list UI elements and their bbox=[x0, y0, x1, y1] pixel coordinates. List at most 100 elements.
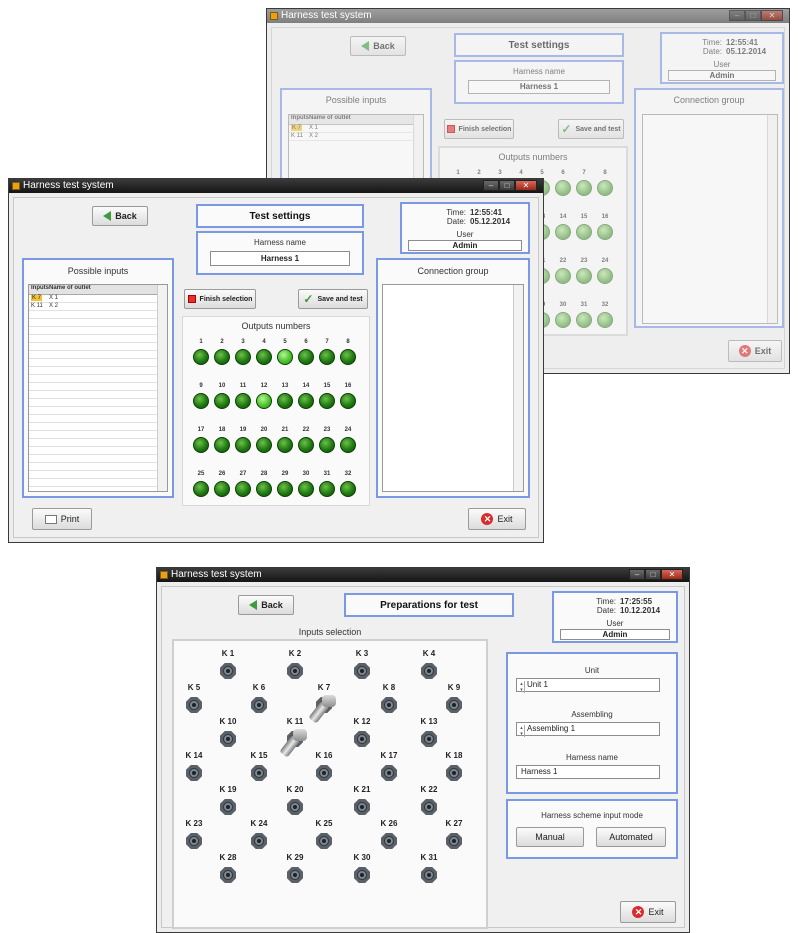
connector-socket-icon[interactable] bbox=[446, 833, 462, 849]
output-led[interactable] bbox=[319, 393, 335, 409]
output-led[interactable] bbox=[214, 437, 230, 453]
list-scrollbar[interactable] bbox=[767, 115, 777, 323]
save-and-test-button[interactable]: ✓ Save and test bbox=[298, 289, 368, 309]
output-led[interactable] bbox=[214, 349, 230, 365]
output-led[interactable] bbox=[235, 349, 251, 365]
output-led[interactable] bbox=[576, 312, 592, 328]
output-led[interactable] bbox=[235, 481, 251, 497]
finish-selection-button[interactable]: Finish selection bbox=[444, 119, 514, 139]
connector-socket-icon[interactable] bbox=[316, 833, 332, 849]
connector-socket-icon[interactable] bbox=[287, 867, 303, 883]
output-led[interactable] bbox=[277, 481, 293, 497]
maximize-icon[interactable]: □ bbox=[499, 180, 515, 191]
minimize-icon[interactable]: – bbox=[483, 180, 499, 191]
connector-socket-icon[interactable] bbox=[287, 799, 303, 815]
output-led[interactable] bbox=[298, 481, 314, 497]
output-led[interactable] bbox=[277, 393, 293, 409]
connector-socket-icon[interactable] bbox=[421, 731, 437, 747]
assembling-select[interactable]: ▴ ▾ Assembling 1 bbox=[516, 722, 660, 737]
maximize-icon[interactable]: □ bbox=[745, 10, 761, 21]
output-led[interactable] bbox=[555, 268, 571, 284]
output-led[interactable] bbox=[576, 180, 592, 196]
spinner-icon[interactable]: ▴ ▾ bbox=[519, 725, 525, 737]
output-led[interactable] bbox=[555, 224, 571, 240]
output-led[interactable] bbox=[256, 437, 272, 453]
connector-socket-icon[interactable] bbox=[186, 833, 202, 849]
connector-socket-icon[interactable] bbox=[354, 731, 370, 747]
output-led[interactable] bbox=[597, 268, 613, 284]
inputs-grid[interactable]: Inputs Name of outlet K 7X 1 K 11 X 2 bbox=[28, 284, 168, 492]
automated-button[interactable]: Automated bbox=[596, 827, 666, 847]
output-led[interactable] bbox=[597, 224, 613, 240]
connector-socket-icon[interactable] bbox=[220, 867, 236, 883]
connector-socket-icon[interactable] bbox=[446, 765, 462, 781]
connector-socket-icon[interactable] bbox=[287, 663, 303, 679]
table-row[interactable]: K 7X 1 bbox=[289, 125, 413, 133]
output-led[interactable] bbox=[319, 437, 335, 453]
output-led[interactable] bbox=[319, 481, 335, 497]
table-row[interactable]: K 11 X 2 bbox=[289, 133, 413, 141]
connector-socket-icon[interactable] bbox=[354, 799, 370, 815]
output-led[interactable] bbox=[193, 481, 209, 497]
output-led[interactable] bbox=[298, 393, 314, 409]
output-led[interactable] bbox=[340, 437, 356, 453]
output-led[interactable] bbox=[256, 349, 272, 365]
save-and-test-button[interactable]: ✓ Save and test bbox=[558, 119, 624, 139]
output-led[interactable] bbox=[193, 437, 209, 453]
connector-socket-icon[interactable] bbox=[421, 799, 437, 815]
spinner-icon[interactable]: ▴ ▾ bbox=[519, 681, 525, 693]
table-row[interactable]: K 7X 1 bbox=[29, 295, 157, 303]
harness-name-field[interactable]: Harness 1 bbox=[468, 80, 610, 94]
connector-socket-icon[interactable] bbox=[354, 867, 370, 883]
output-led[interactable] bbox=[235, 393, 251, 409]
output-led[interactable] bbox=[256, 481, 272, 497]
output-led[interactable] bbox=[193, 349, 209, 365]
output-led[interactable] bbox=[340, 393, 356, 409]
harness-name-input[interactable]: Harness 1 bbox=[516, 765, 660, 779]
close-icon[interactable]: ✕ bbox=[515, 180, 537, 191]
output-led[interactable] bbox=[597, 312, 613, 328]
back-button[interactable]: Back bbox=[350, 36, 406, 56]
connector-socket-icon[interactable] bbox=[421, 867, 437, 883]
connector-socket-icon[interactable] bbox=[251, 833, 267, 849]
back-button[interactable]: Back bbox=[92, 206, 148, 226]
connector-socket-icon[interactable] bbox=[186, 697, 202, 713]
minimize-icon[interactable]: – bbox=[729, 10, 745, 21]
output-led[interactable] bbox=[298, 349, 314, 365]
minimize-icon[interactable]: – bbox=[629, 569, 645, 580]
connector-socket-icon[interactable] bbox=[251, 697, 267, 713]
output-led[interactable] bbox=[319, 349, 335, 365]
print-button[interactable]: Print bbox=[32, 508, 92, 530]
finish-selection-button[interactable]: Finish selection bbox=[184, 289, 256, 309]
connector-socket-icon[interactable] bbox=[220, 663, 236, 679]
output-led[interactable] bbox=[235, 437, 251, 453]
back-button[interactable]: Back bbox=[238, 595, 294, 615]
close-icon[interactable]: ✕ bbox=[761, 10, 783, 21]
output-led[interactable] bbox=[277, 437, 293, 453]
connector-socket-icon[interactable] bbox=[381, 697, 397, 713]
output-led[interactable] bbox=[277, 349, 293, 365]
output-led[interactable] bbox=[555, 312, 571, 328]
exit-button[interactable]: ✕ Exit bbox=[728, 340, 782, 362]
output-led[interactable] bbox=[576, 224, 592, 240]
maximize-icon[interactable]: □ bbox=[645, 569, 661, 580]
harness-name-field[interactable]: Harness 1 bbox=[210, 251, 350, 266]
connector-socket-icon[interactable] bbox=[220, 799, 236, 815]
table-row[interactable]: K 11 X 2 bbox=[29, 303, 157, 311]
connector-socket-icon[interactable] bbox=[316, 765, 332, 781]
output-led[interactable] bbox=[555, 180, 571, 196]
connector-socket-icon[interactable] bbox=[381, 765, 397, 781]
list-scrollbar[interactable] bbox=[513, 285, 523, 491]
connection-group-list[interactable] bbox=[642, 114, 778, 324]
output-led[interactable] bbox=[340, 481, 356, 497]
connector-socket-icon[interactable] bbox=[251, 765, 267, 781]
output-led[interactable] bbox=[256, 393, 272, 409]
connection-group-list[interactable] bbox=[382, 284, 524, 492]
manual-button[interactable]: Manual bbox=[516, 827, 584, 847]
output-led[interactable] bbox=[597, 180, 613, 196]
output-led[interactable] bbox=[193, 393, 209, 409]
unit-select[interactable]: ▴ ▾ Unit 1 bbox=[516, 678, 660, 693]
exit-button[interactable]: ✕ Exit bbox=[468, 508, 526, 530]
output-led[interactable] bbox=[214, 481, 230, 497]
connector-socket-icon[interactable] bbox=[421, 663, 437, 679]
